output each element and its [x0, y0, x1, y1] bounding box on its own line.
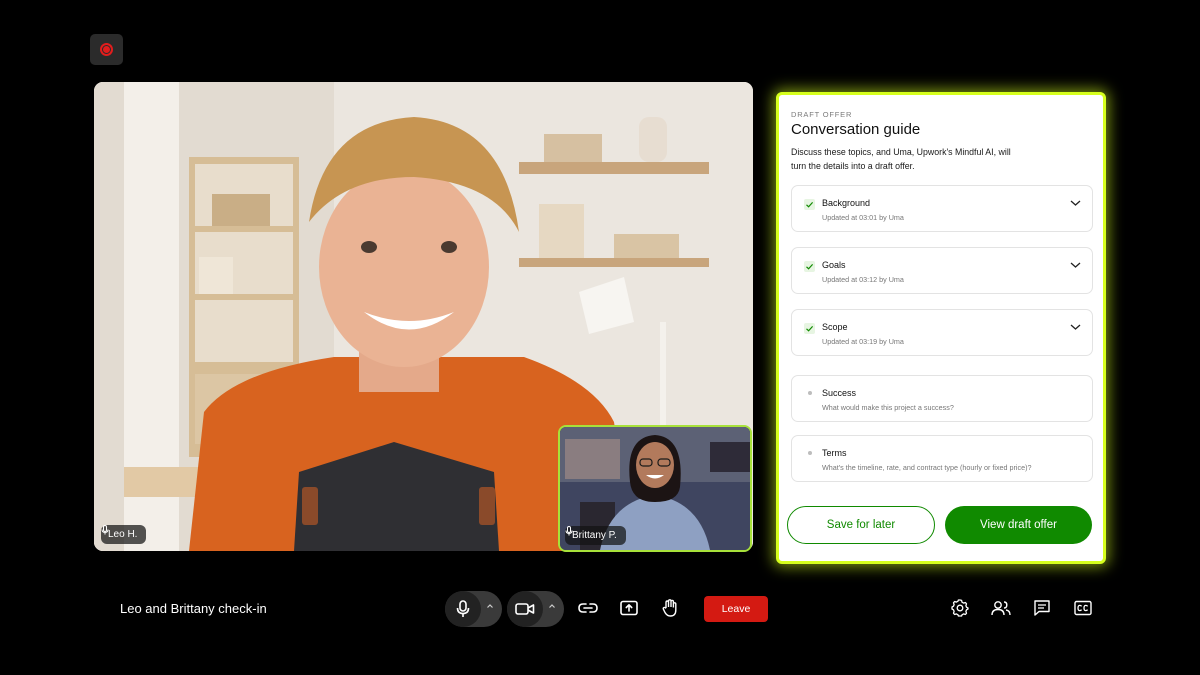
settings-icon [951, 599, 969, 617]
participants-button[interactable] [990, 597, 1012, 619]
topic-goals[interactable]: Goals Updated at 03:12 by Uma [791, 247, 1093, 294]
raise-hand-icon [662, 599, 677, 617]
chevron-up-icon[interactable] [486, 602, 494, 610]
settings-button[interactable] [949, 597, 971, 619]
topic-subtitle: Updated at 03:19 by Uma [822, 337, 904, 346]
topic-background[interactable]: Background Updated at 03:01 by Uma [791, 185, 1093, 232]
captions-icon [1074, 600, 1092, 616]
captions-button[interactable] [1072, 597, 1094, 619]
chevron-down-icon[interactable] [1070, 261, 1081, 269]
check-icon [804, 261, 815, 272]
microphone-icon [456, 600, 470, 617]
record-indicator[interactable] [90, 34, 123, 65]
panel-eyebrow: DRAFT OFFER [791, 110, 853, 119]
record-icon [100, 43, 113, 56]
pending-dot-icon [808, 451, 812, 455]
participant-name-tag: Brittany P. [565, 526, 626, 545]
leave-button[interactable]: Leave [704, 596, 768, 622]
pip-video[interactable]: Brittany P. [558, 425, 752, 552]
check-icon [804, 199, 815, 210]
topic-subtitle: Updated at 03:12 by Uma [822, 275, 904, 284]
topic-terms[interactable]: Terms What's the timeline, rate, and con… [791, 435, 1093, 482]
copy-link-button[interactable] [577, 597, 599, 619]
panel-description: Discuss these topics, and Uma, Upwork's … [791, 147, 1011, 171]
panel-title: Conversation guide [791, 121, 921, 138]
topic-title: Background [822, 198, 871, 208]
camera-control[interactable] [507, 591, 564, 627]
topic-subtitle: Updated at 03:01 by Uma [822, 213, 904, 222]
camera-icon [515, 603, 535, 615]
participant-name: Leo H. [108, 529, 138, 540]
link-icon [578, 603, 598, 613]
chevron-up-icon[interactable] [548, 602, 556, 610]
chevron-down-icon[interactable] [1070, 199, 1081, 207]
save-for-later-button[interactable]: Save for later [787, 506, 935, 544]
topic-title: Success [822, 388, 857, 398]
topic-success[interactable]: Success What would make this project a s… [791, 375, 1093, 422]
view-draft-offer-button[interactable]: View draft offer [945, 506, 1092, 544]
topic-title: Goals [822, 260, 846, 270]
participant-name-tag: Leo H. [101, 525, 147, 544]
topic-scope[interactable]: Scope Updated at 03:19 by Uma [791, 309, 1093, 356]
topic-subtitle: What's the timeline, rate, and contract … [822, 463, 1032, 472]
mic-toggle-button[interactable] [445, 591, 481, 627]
microphone-icon [565, 526, 573, 536]
chevron-down-icon[interactable] [1070, 323, 1081, 331]
topic-subtitle: What would make this project a success? [822, 403, 954, 412]
topic-title: Scope [822, 322, 848, 332]
microphone-icon [101, 525, 109, 535]
topic-title: Terms [822, 448, 847, 458]
check-icon [804, 323, 815, 334]
participant-name: Brittany P. [572, 530, 617, 541]
chat-icon [1034, 600, 1050, 616]
conversation-guide-panel: DRAFT OFFER Conversation guide Discuss t… [776, 92, 1106, 564]
share-screen-icon [620, 600, 638, 616]
microphone-control[interactable] [445, 591, 502, 627]
participants-icon [991, 601, 1011, 616]
raise-hand-button[interactable] [659, 597, 681, 619]
pending-dot-icon [808, 391, 812, 395]
camera-toggle-button[interactable] [507, 591, 543, 627]
meeting-title: Leo and Brittany check-in [120, 601, 267, 616]
chat-button[interactable] [1031, 597, 1053, 619]
share-screen-button[interactable] [618, 597, 640, 619]
